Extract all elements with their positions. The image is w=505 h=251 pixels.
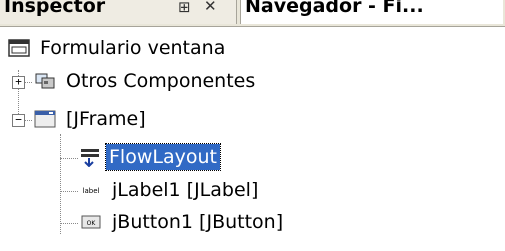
tree-item-jframe[interactable]: − [JFrame] [0, 104, 505, 136]
pin-icon[interactable]: ⊞ [178, 0, 191, 16]
expand-plus-icon[interactable]: + [12, 76, 25, 89]
tree-item-otros-componentes[interactable]: + Otros Componentes [0, 66, 505, 98]
tree-item-label: [JFrame] [66, 108, 146, 130]
tree-item-label: jLabel1 [JLabel] [112, 179, 259, 201]
svg-text:OK: OK [87, 220, 97, 227]
tab-navegador-label: Navegador - Fi... [245, 0, 424, 17]
collapse-minus-icon[interactable]: − [12, 114, 25, 127]
svg-text:label: label [83, 187, 100, 195]
tree-item-jlabel1[interactable]: label jLabel1 [JLabel] [0, 175, 505, 207]
tab-inspector-label: Inspector [4, 0, 106, 17]
label-icon: label [83, 187, 100, 195]
tab-navegador[interactable]: Navegador - Fi... [240, 0, 503, 24]
layout-icon [81, 149, 99, 167]
components-icon [35, 73, 55, 89]
frame-icon [34, 110, 56, 128]
tree-item-flowlayout[interactable]: FlowLayout [0, 142, 505, 174]
tab-inspector[interactable]: Inspector ⊞ ✕ [0, 0, 237, 24]
tree-item-label: Formulario ventana [40, 37, 226, 59]
tree-item-formulario[interactable]: Formulario ventana [0, 33, 505, 65]
tree-item-label-selected: FlowLayout [105, 143, 221, 171]
form-icon [8, 39, 30, 57]
tab-bar: Inspector ⊞ ✕ Navegador - Fi... [0, 0, 505, 27]
tree-item-jbutton1[interactable]: OK jButton1 [JButton] [0, 207, 505, 239]
tree-item-label: jButton1 [JButton] [112, 211, 284, 233]
close-icon[interactable]: ✕ [204, 0, 217, 15]
tree-item-label: Otros Componentes [66, 70, 256, 92]
button-icon: OK [81, 215, 101, 229]
